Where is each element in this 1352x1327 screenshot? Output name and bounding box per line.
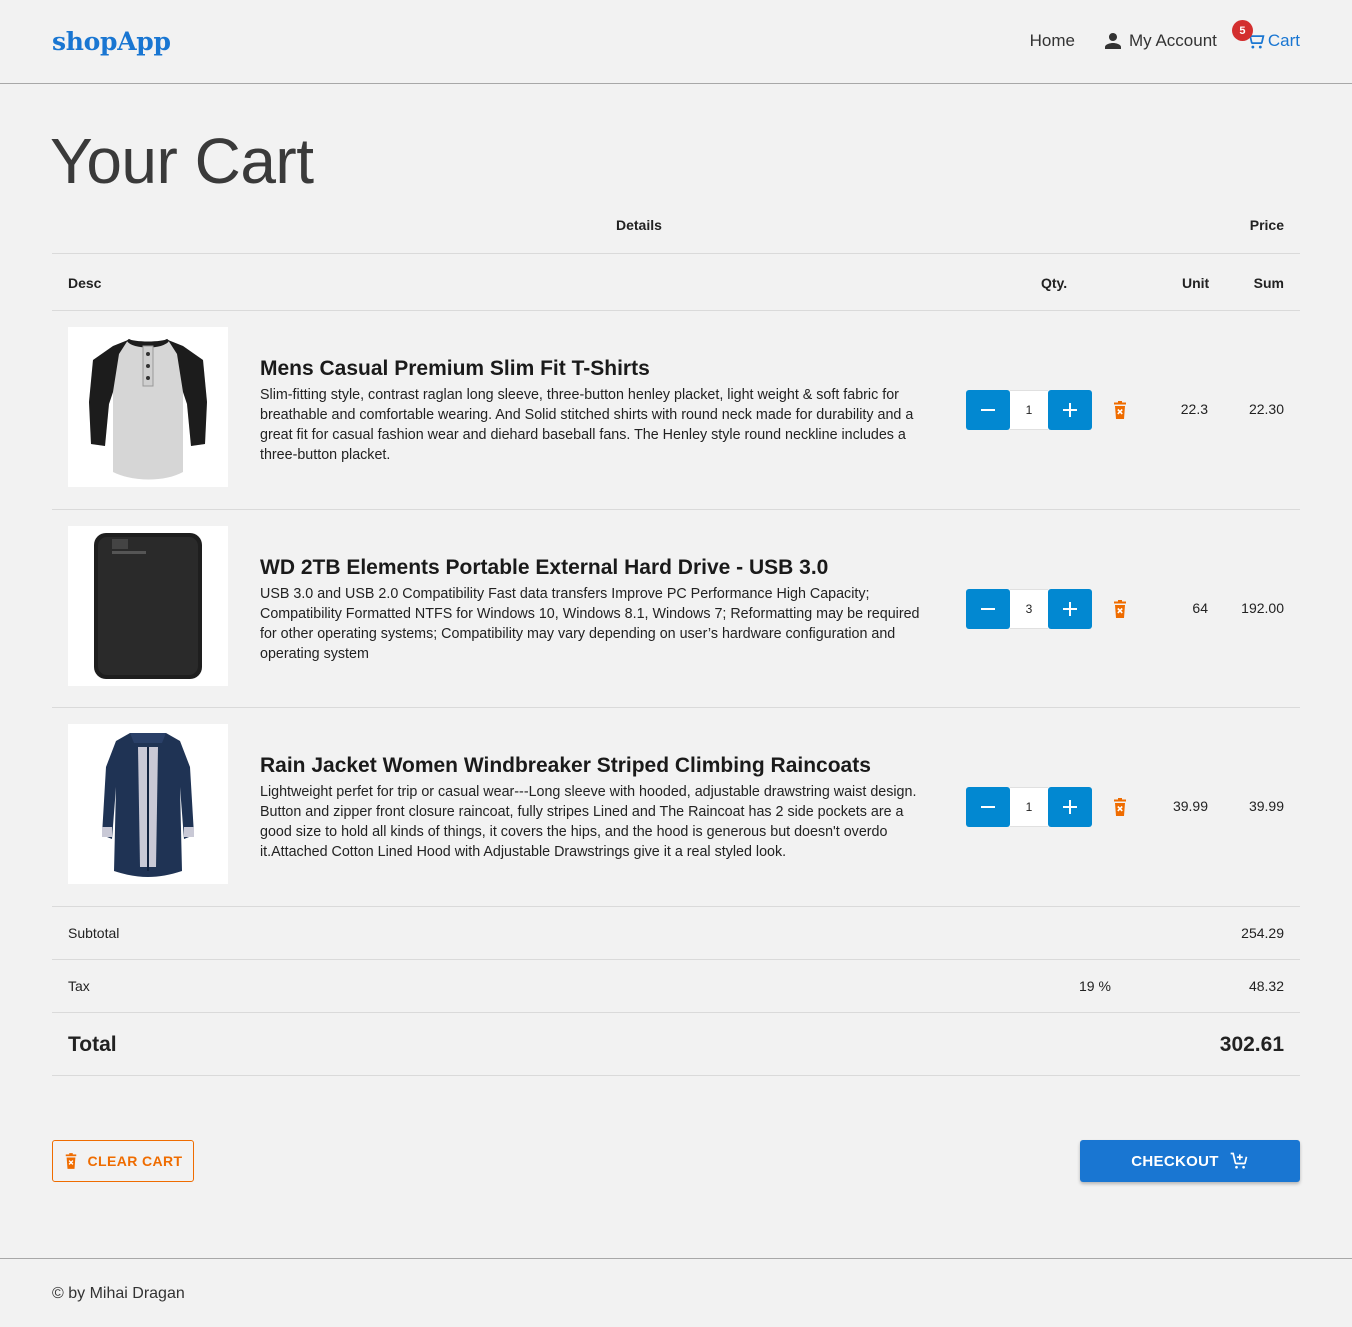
decrease-qty-button[interactable] [966, 787, 1010, 827]
cart-item-row: Rain Jacket Women Windbreaker Striped Cl… [52, 708, 1300, 907]
quantity-value[interactable]: 1 [1010, 787, 1048, 827]
item-description: Slim-fitting style, contrast raglan long… [260, 387, 914, 463]
table-group-header: Details Price [52, 196, 1300, 254]
trash-icon [1114, 600, 1126, 618]
remove-item-button[interactable] [1112, 798, 1128, 821]
header-desc: Desc [68, 275, 102, 291]
item-name[interactable]: Mens Casual Premium Slim Fit T-Shirts [260, 357, 960, 381]
nav-cart[interactable]: 5 Cart [1231, 20, 1300, 51]
decrease-qty-button[interactable] [966, 390, 1010, 430]
decrease-qty-button[interactable] [966, 589, 1010, 629]
minus-icon [981, 806, 995, 808]
header-details: Details [616, 217, 662, 233]
clear-cart-button[interactable]: CLEAR CART [52, 1140, 194, 1182]
trash-icon [1114, 798, 1126, 816]
person-icon [1105, 32, 1121, 49]
top-app-bar: shopApp Home My Account 5 Cart [0, 0, 1352, 84]
plus-icon [1063, 800, 1077, 814]
cart-item-row: Mens Casual Premium Slim Fit T-Shirts Sl… [52, 311, 1300, 510]
clear-cart-label: CLEAR CART [87, 1153, 183, 1169]
line-sum: 39.99 [1248, 798, 1284, 814]
header-sum: Sum [1253, 275, 1284, 291]
tax-row: Tax 19 % 48.32 [52, 960, 1300, 1013]
unit-price: 64 [1192, 600, 1208, 616]
plus-icon [1063, 602, 1077, 616]
quantity-stepper: 1 [966, 787, 1092, 827]
page-title: Your Cart [50, 125, 314, 197]
nav-my-account[interactable]: My Account [1103, 31, 1217, 51]
minus-icon [981, 608, 995, 610]
total-row: Total 302.61 [52, 1013, 1300, 1076]
nav-home-label: Home [1029, 30, 1075, 50]
subtotal-value: 254.29 [1241, 925, 1284, 941]
checkout-label: CHECKOUT [1131, 1152, 1219, 1170]
cart-table: Details Price Desc Qty. Unit Sum Mens Ca… [52, 196, 1300, 1076]
quantity-value[interactable]: 3 [1010, 589, 1048, 629]
add-shopping-cart-icon [1230, 1152, 1248, 1169]
quantity-value[interactable]: 1 [1010, 390, 1048, 430]
tax-value: 48.32 [1248, 978, 1284, 994]
footer: © by Mihai Dragan [0, 1258, 1352, 1327]
header-price: Price [1249, 217, 1284, 233]
item-name[interactable]: Rain Jacket Women Windbreaker Striped Cl… [260, 754, 960, 778]
tax-rate: 19 % [1079, 978, 1111, 994]
subtotal-label: Subtotal [68, 925, 120, 941]
remove-item-button[interactable] [1112, 401, 1128, 424]
jacket-image [68, 724, 228, 884]
item-description: USB 3.0 and USB 2.0 Compatibility Fast d… [260, 586, 920, 662]
line-sum: 192.00 [1241, 600, 1284, 616]
increase-qty-button[interactable] [1048, 390, 1092, 430]
unit-price: 22.3 [1180, 401, 1208, 417]
brand-logo[interactable]: shopApp [52, 27, 171, 56]
nav-my-account-label: My Account [1129, 30, 1217, 50]
table-column-header: Desc Qty. Unit Sum [52, 254, 1300, 311]
remove-item-button[interactable] [1112, 600, 1128, 623]
cart-count-badge: 5 [1231, 20, 1253, 41]
trash-icon [1114, 401, 1126, 419]
quantity-stepper: 1 [966, 390, 1092, 430]
quantity-stepper: 3 [966, 589, 1092, 629]
line-sum: 22.30 [1248, 401, 1284, 417]
checkout-button[interactable]: CHECKOUT [1080, 1140, 1300, 1182]
minus-icon [981, 409, 995, 411]
cart-item-row: WD 2TB Elements Portable External Hard D… [52, 510, 1300, 708]
item-name[interactable]: WD 2TB Elements Portable External Hard D… [260, 556, 960, 580]
total-value: 302.61 [1219, 1033, 1284, 1056]
increase-qty-button[interactable] [1048, 787, 1092, 827]
tshirt-image [68, 327, 228, 487]
footer-credit: © by Mihai Dragan [52, 1285, 185, 1302]
subtotal-row: Subtotal 254.29 [52, 907, 1300, 960]
increase-qty-button[interactable] [1048, 589, 1092, 629]
unit-price: 39.99 [1172, 798, 1208, 814]
main-nav: Home My Account 5 Cart [1002, 20, 1300, 51]
item-description: Lightweight perfet for trip or casual we… [260, 784, 917, 860]
trash-icon [65, 1153, 76, 1169]
hard-drive-image [68, 526, 228, 686]
nav-cart-label: Cart [1267, 30, 1300, 50]
nav-home[interactable]: Home [1030, 31, 1075, 51]
header-qty: Qty. [1041, 275, 1068, 291]
tax-label: Tax [68, 978, 90, 994]
total-label: Total [68, 1033, 117, 1056]
header-unit: Unit [1182, 275, 1210, 291]
plus-icon [1063, 403, 1077, 417]
